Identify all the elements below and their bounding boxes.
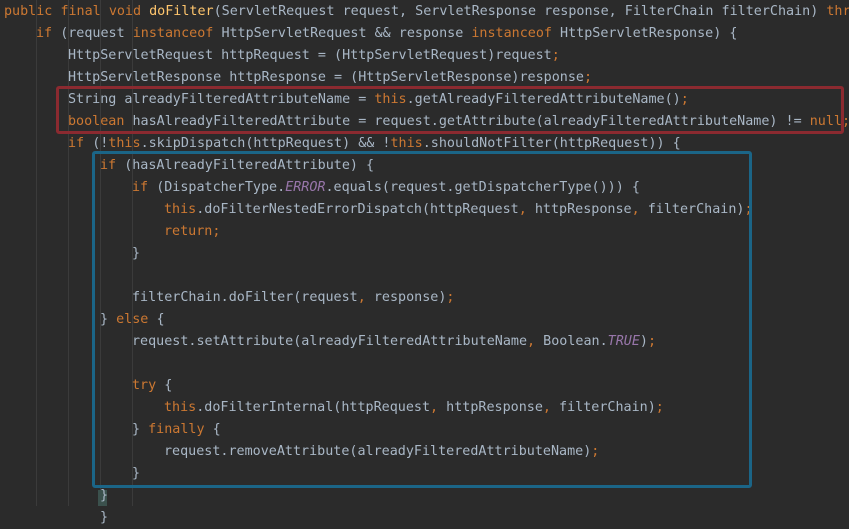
keyword-token: public bbox=[4, 4, 61, 19]
keyword-token: this bbox=[390, 136, 423, 151]
code-line[interactable]: } bbox=[100, 507, 108, 529]
keyword-token: throws bbox=[826, 4, 849, 19]
code-token: .skipDispatch(httpRequest) && ! bbox=[140, 136, 391, 151]
highlight-box-blue bbox=[92, 151, 752, 488]
code-token: (! bbox=[92, 136, 109, 151]
keyword-token: void bbox=[108, 4, 150, 19]
code-token: (request bbox=[60, 26, 133, 41]
keyword-token: this bbox=[108, 136, 141, 151]
code-editor[interactable]: public final void doFilter(ServletReques… bbox=[0, 0, 849, 525]
code-token: } bbox=[100, 488, 109, 503]
code-token: HttpServletResponse httpResponse = (Http… bbox=[68, 70, 584, 85]
keyword-token: instanceof bbox=[132, 26, 222, 41]
indent-guide bbox=[36, 0, 37, 506]
code-token: HttpServletRequest && response bbox=[221, 26, 472, 41]
keyword-token: instanceof bbox=[471, 26, 561, 41]
code-line[interactable]: HttpServletRequest httpRequest = (HttpSe… bbox=[68, 45, 560, 67]
keyword-token: ; bbox=[551, 48, 560, 63]
code-line[interactable]: public final void doFilter(ServletReques… bbox=[4, 1, 849, 23]
code-line[interactable]: if (request instanceof HttpServletReques… bbox=[36, 23, 737, 45]
code-token: (ServletRequest request, ServletResponse… bbox=[213, 4, 827, 19]
keyword-token: if bbox=[68, 136, 93, 151]
keyword-token: if bbox=[36, 26, 61, 41]
code-line[interactable]: } bbox=[100, 485, 108, 507]
keyword-token: final bbox=[60, 4, 109, 19]
keyword-token: ; bbox=[583, 70, 593, 85]
code-token: HttpServletResponse) { bbox=[560, 26, 738, 41]
code-token: HttpServletRequest httpRequest = (HttpSe… bbox=[68, 48, 552, 63]
code-token: } bbox=[100, 510, 109, 525]
method-name-token: doFilter bbox=[149, 4, 214, 19]
highlight-box-red bbox=[56, 86, 844, 134]
code-token: .shouldNotFilter(httpRequest)) { bbox=[422, 136, 681, 151]
